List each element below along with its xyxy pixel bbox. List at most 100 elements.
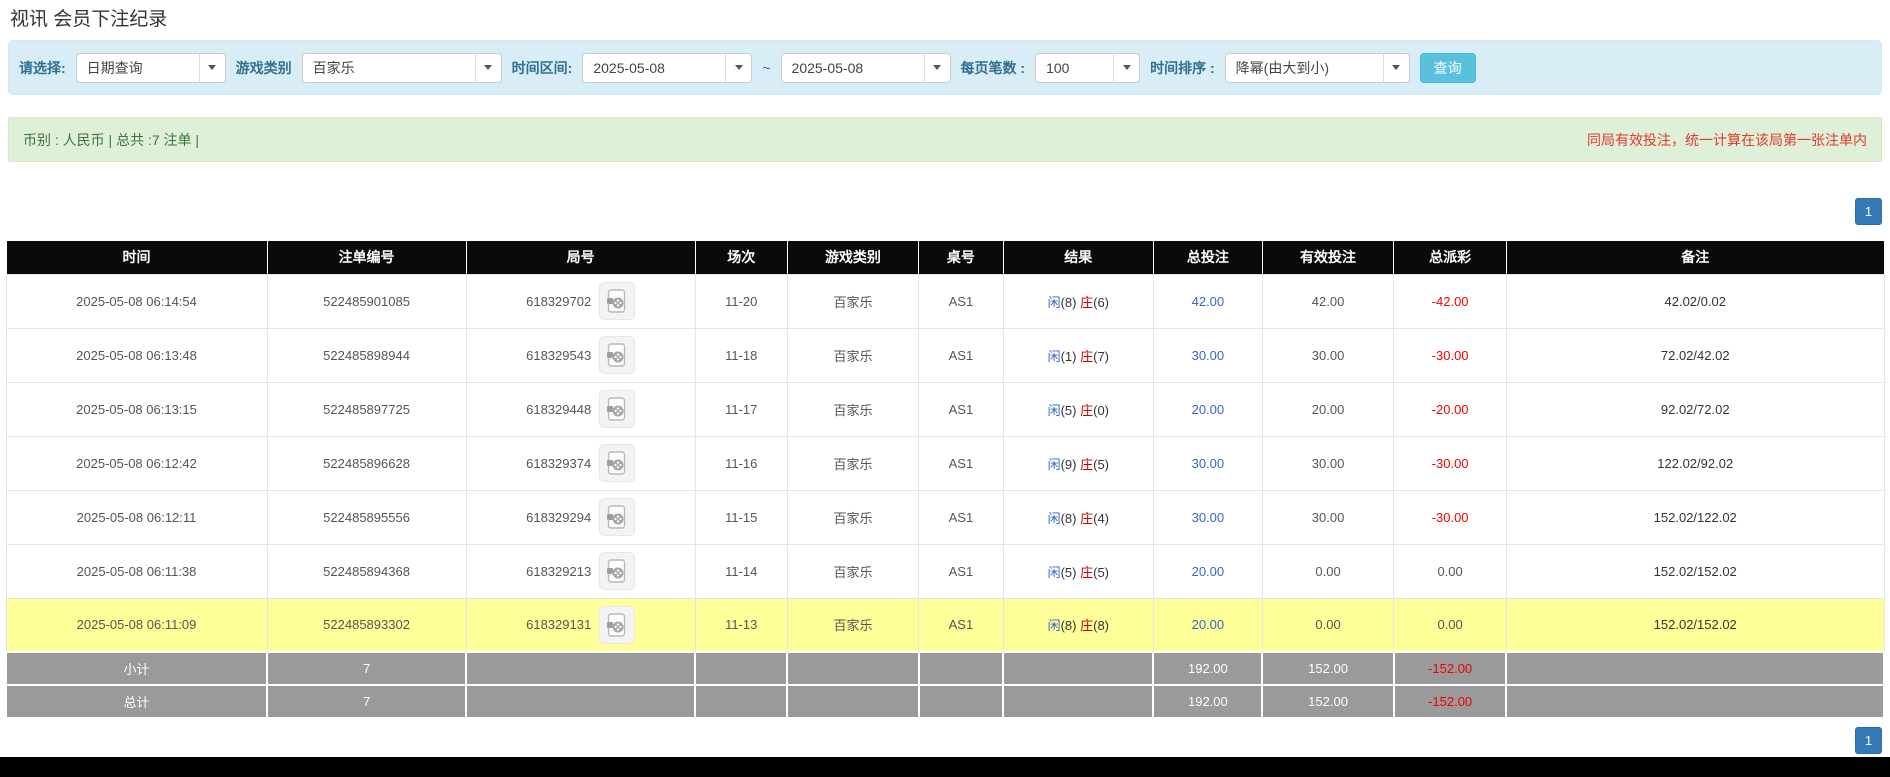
sort-value: 降幂(由大到小) (1235, 59, 1329, 76)
result-player-num: (8) (1060, 294, 1077, 310)
query-type-select[interactable]: 日期查询 (75, 52, 226, 83)
cell-game-category: 百家乐 (786, 435, 920, 491)
cell-valid-bet: 20.00 (1261, 381, 1395, 437)
caret-down-icon[interactable] (1382, 53, 1409, 82)
result-banker-num: (8) (1093, 618, 1109, 634)
cell-bet-id: 522485897725 (266, 381, 467, 437)
result-player-label: 闲 (1047, 618, 1061, 634)
cell-game-category: 百家乐 (786, 273, 920, 329)
table-header-row: 时间 注单编号 局号 场次 游戏类别 桌号 结果 总投注 有效投注 总派彩 备注 (5, 241, 1885, 274)
total-bet-link[interactable]: 20.00 (1192, 402, 1225, 417)
cell-result: 闲(8) 庄(4) (1002, 489, 1154, 545)
video-record-button[interactable] (599, 282, 636, 320)
video-record-icon (607, 451, 626, 475)
cell-session: 11-17 (694, 381, 788, 437)
table-row: 2025-05-08 06:13:15 522485897725 6183294… (5, 381, 1885, 437)
result-player-num: (5) (1060, 564, 1077, 580)
cell-table-no: AS1 (918, 381, 1004, 437)
result-banker-num: (6) (1093, 294, 1109, 310)
video-record-button[interactable] (599, 336, 636, 374)
table-row: 2025-05-08 06:13:48 522485898944 6183295… (5, 327, 1885, 383)
result-banker-label: 庄 (1080, 510, 1094, 526)
total-bet-link[interactable]: 30.00 (1192, 456, 1225, 471)
cell-remark: 92.02/72.02 (1505, 381, 1885, 437)
cell-bet-id: 522485898944 (266, 327, 467, 383)
cell-bet-id: 522485901085 (266, 273, 467, 329)
cell-remark: 42.02/0.02 (1505, 273, 1885, 329)
total-bet-link[interactable]: 20.00 (1192, 564, 1225, 579)
result-player-num: (8) (1060, 510, 1077, 526)
header-result: 结果 (1002, 241, 1154, 274)
cell-valid-bet: 42.00 (1261, 273, 1395, 329)
video-record-icon (607, 289, 626, 313)
round-id-text: 618329448 (526, 401, 592, 417)
page-1-button-top[interactable]: 1 (1855, 198, 1882, 225)
total-bet-link[interactable]: 30.00 (1192, 510, 1225, 525)
result-banker-label: 庄 (1080, 348, 1094, 364)
cell-time: 2025-05-08 06:13:48 (5, 327, 268, 383)
page-size-select[interactable]: 100 (1035, 52, 1141, 83)
caret-down-icon[interactable] (198, 53, 225, 82)
cell-time: 2025-05-08 06:14:54 (5, 273, 268, 329)
caret-down-icon[interactable] (474, 53, 501, 82)
total-row: 总计 7 192.00 152.00 -152.00 (4, 684, 1885, 719)
cell-session: 11-20 (694, 273, 788, 329)
cell-total-bet: 20.00 (1152, 381, 1263, 437)
cell-remark: 122.02/92.02 (1505, 435, 1885, 491)
table-row: 2025-05-08 06:11:09 522485893302 6183291… (5, 597, 1885, 653)
video-record-button[interactable] (599, 390, 636, 428)
total-bet-link[interactable]: 30.00 (1192, 348, 1225, 363)
result-banker-label: 庄 (1080, 564, 1094, 580)
total-bet-link[interactable]: 42.00 (1192, 294, 1225, 309)
cell-remark: 152.02/122.02 (1505, 489, 1885, 545)
page-title: 视讯 会员下注纪录 (10, 9, 168, 30)
cell-game-category: 百家乐 (786, 489, 920, 545)
video-record-icon (607, 397, 626, 421)
video-record-icon (607, 559, 626, 583)
caret-down-icon[interactable] (725, 53, 751, 82)
result-player-label: 闲 (1047, 348, 1061, 364)
video-record-button[interactable] (599, 498, 636, 536)
round-id-text: 618329374 (526, 455, 592, 471)
sort-select[interactable]: 降幂(由大到小) (1224, 52, 1410, 83)
total-payout: -152.00 (1392, 684, 1508, 719)
cell-payout: -42.00 (1393, 273, 1507, 329)
valid-bet-notice: 同局有效投注，统一计算在该局第一张注单内 (1587, 131, 1867, 148)
cell-valid-bet: 0.00 (1261, 543, 1395, 599)
cell-result: 闲(1) 庄(7) (1002, 327, 1154, 383)
cell-round-id: 618329213 (465, 543, 696, 599)
currency-total-text: 币别 : 人民币 | 总共 :7 注单 | (23, 131, 200, 148)
header-bet-id: 注单编号 (266, 241, 467, 274)
header-time: 时间 (5, 241, 268, 274)
result-player-num: (8) (1060, 618, 1077, 634)
table-row: 2025-05-08 06:11:38 522485894368 6183292… (5, 543, 1885, 599)
date-to-select[interactable]: 2025-05-08 (780, 52, 951, 83)
round-id-text: 618329294 (526, 509, 592, 525)
cell-payout: 0.00 (1393, 597, 1507, 653)
cell-remark: 152.02/152.02 (1505, 597, 1885, 653)
sort-label: 时间排序 : (1150, 59, 1215, 76)
date-from-select[interactable]: 2025-05-08 (582, 52, 753, 83)
cell-result: 闲(8) 庄(8) (1002, 597, 1154, 653)
cell-payout: -30.00 (1393, 489, 1507, 545)
subtotal-count: 7 (266, 651, 468, 686)
caret-down-icon[interactable] (1113, 53, 1139, 82)
result-player-label: 闲 (1047, 510, 1061, 526)
total-bet-link[interactable]: 20.00 (1192, 617, 1225, 632)
caret-down-icon[interactable] (923, 53, 950, 82)
video-record-button[interactable] (599, 444, 636, 482)
search-button[interactable]: 查询 (1419, 52, 1476, 83)
game-category-select[interactable]: 百家乐 (301, 52, 502, 83)
result-banker-label: 庄 (1080, 294, 1094, 310)
cell-remark: 152.02/152.02 (1505, 543, 1885, 599)
video-record-button[interactable] (599, 552, 636, 590)
video-record-button[interactable] (599, 605, 636, 644)
result-banker-label: 庄 (1080, 456, 1094, 472)
query-type-value: 日期查询 (86, 59, 143, 76)
cell-game-category: 百家乐 (786, 381, 920, 437)
page-1-button-bottom[interactable]: 1 (1855, 727, 1882, 754)
header-game-category: 游戏类别 (786, 241, 920, 274)
cell-round-id: 618329374 (465, 435, 696, 491)
subtotal-valid-bet: 152.00 (1261, 651, 1395, 686)
video-record-icon (607, 505, 626, 529)
